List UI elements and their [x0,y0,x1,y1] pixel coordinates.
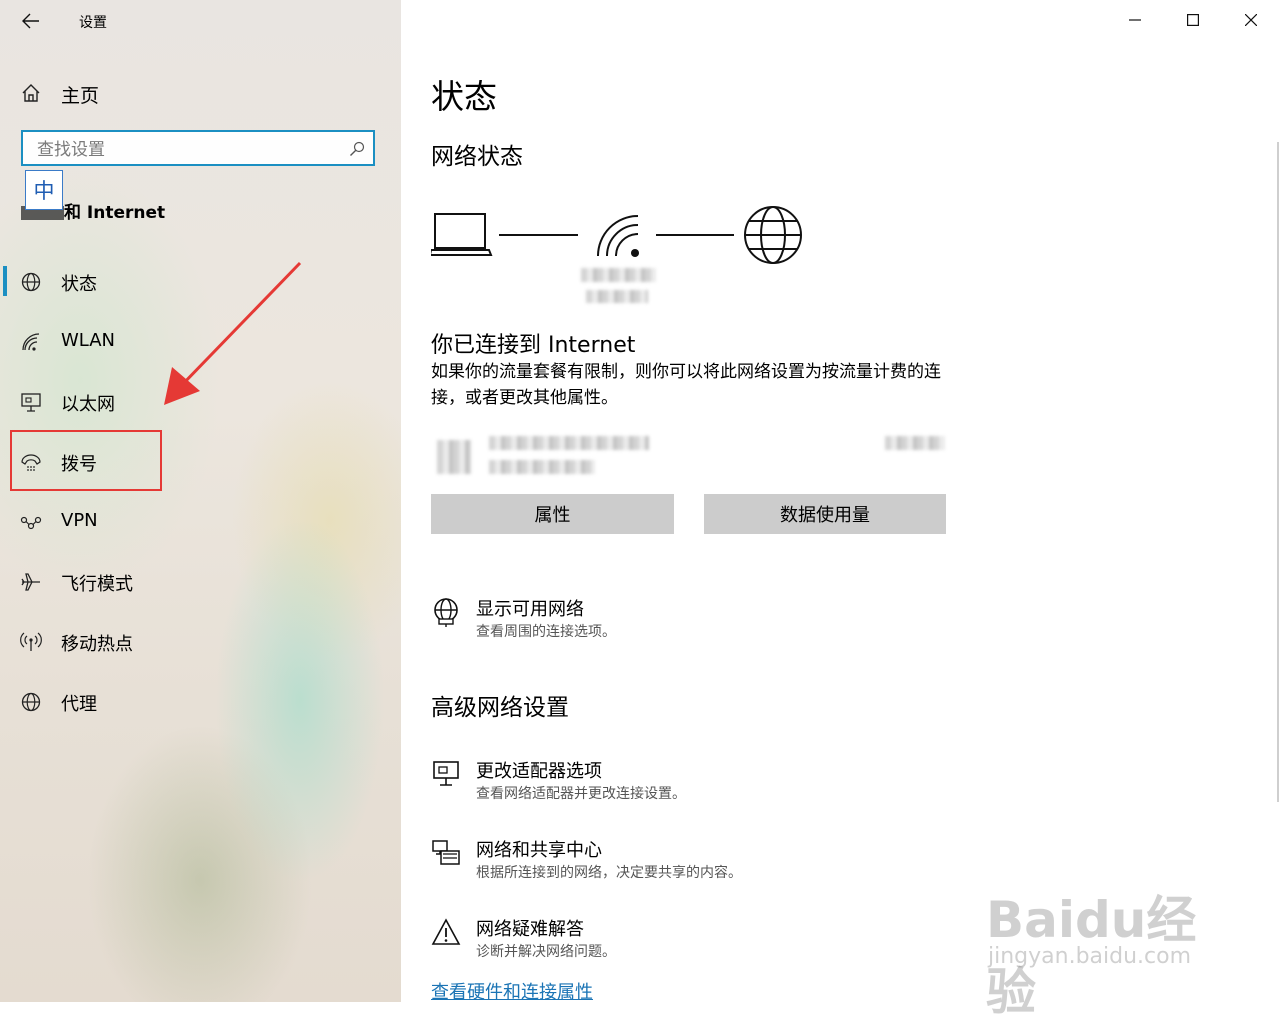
close-button[interactable] [1222,0,1280,40]
network-status-heading: 网络状态 [431,144,523,170]
search-input[interactable] [35,137,339,163]
sidebar-item-vpn[interactable]: VPN [0,498,401,544]
network-sharing-center-link[interactable]: 网络和共享中心 根据所连接到的网络，决定要共享的内容。 [431,836,1031,886]
sidebar-item-label: 拨号 [61,454,97,475]
laptop-icon [431,213,493,256]
redacted-connection-icon [437,440,471,474]
back-arrow-icon [22,13,39,29]
sidebar-item-ethernet[interactable]: 以太网 [0,378,401,424]
link-description: 查看周围的连接选项。 [476,624,616,640]
search-icon [350,141,365,156]
connected-title: 你已连接到 Internet [431,333,636,358]
redacted-network-name [581,268,656,282]
sidebar: 设置 主页 和 Internet 中 状态 WL [0,0,401,1002]
hotspot-icon [20,632,42,651]
airplane-icon [21,573,40,591]
search-box[interactable] [21,130,375,166]
sidebar-item-label: 移动热点 [61,634,133,655]
redacted-connection-name [489,436,649,450]
show-available-networks-link[interactable]: 显示可用网络 查看周围的连接选项。 [431,595,1031,645]
ethernet-icon [21,393,41,412]
window-title: 设置 [79,15,107,31]
adapter-icon [433,761,459,786]
ime-indicator: 中 [25,170,63,210]
warning-icon [431,918,461,945]
close-icon [1245,14,1257,26]
advanced-settings-heading: 高级网络设置 [431,695,569,721]
section-heading: 和 Internet [64,203,166,223]
maximize-button[interactable] [1164,0,1222,40]
wifi-icon [22,333,40,351]
sidebar-item-label: 以太网 [61,394,115,415]
change-adapter-options-link[interactable]: 更改适配器选项 查看网络适配器并更改连接设置。 [431,757,1031,807]
scrollbar[interactable] [1277,142,1279,802]
internet-globe-icon [744,206,802,264]
sidebar-item-label: WLAN [61,330,116,351]
home-icon [22,84,40,102]
sidebar-item-label: VPN [61,510,98,531]
redacted-connection-status [489,460,595,474]
sidebar-item-label: 飞行模式 [61,574,133,595]
sidebar-item-label: 主页 [61,85,100,107]
link-title: 显示可用网络 [476,599,584,620]
network-troubleshooter-link[interactable]: 网络疑难解答 诊断并解决网络问题。 [431,915,1031,965]
hardware-connection-properties-link[interactable]: 查看硬件和连接属性 [431,978,593,1004]
link-description: 查看网络适配器并更改连接设置。 [476,786,686,802]
globe-icon [21,692,41,712]
maximize-icon [1187,14,1199,26]
link-description: 诊断并解决网络问题。 [476,944,616,960]
minimize-icon [1129,19,1141,21]
main-content: 状态 网络状态 你已连接到 Internet 如果你的流量套餐有限制，则你可以将… [401,0,1282,1021]
active-indicator [3,266,7,296]
sidebar-item-hotspot[interactable]: 移动热点 [0,618,401,664]
connected-description: 如果你的流量套餐有限制，则你可以将此网络设置为按流量计费的连接，或者更改其他属性… [431,362,941,408]
page-title: 状态 [431,77,497,116]
wifi-signal-icon [597,215,639,257]
sidebar-item-home[interactable]: 主页 [0,72,401,112]
link-title: 更改适配器选项 [476,761,602,782]
data-usage-button[interactable]: 数据使用量 [704,494,946,534]
link-description: 根据所连接到的网络，决定要共享的内容。 [476,865,742,881]
globe-icon [21,272,41,292]
sidebar-item-wlan[interactable]: WLAN [0,318,401,364]
link-title: 网络和共享中心 [476,840,602,861]
redacted-data-amount [885,436,945,450]
sidebar-item-label: 代理 [61,694,97,715]
sidebar-item-proxy[interactable]: 代理 [0,678,401,724]
vpn-icon [20,516,42,530]
sidebar-item-dialup[interactable]: 拨号 [0,438,401,484]
redacted-network-type [586,290,648,303]
sharing-center-icon [432,840,460,865]
link-title: 网络疑难解答 [476,919,584,940]
globe-network-icon [434,598,458,627]
dialup-icon [21,454,41,471]
minimize-button[interactable] [1106,0,1164,40]
sidebar-item-label: 状态 [61,274,97,295]
sidebar-item-status[interactable]: 状态 [0,258,401,304]
back-button[interactable] [14,6,48,36]
sidebar-item-airplane[interactable]: 飞行模式 [0,558,401,604]
properties-button[interactable]: 属性 [431,494,674,534]
